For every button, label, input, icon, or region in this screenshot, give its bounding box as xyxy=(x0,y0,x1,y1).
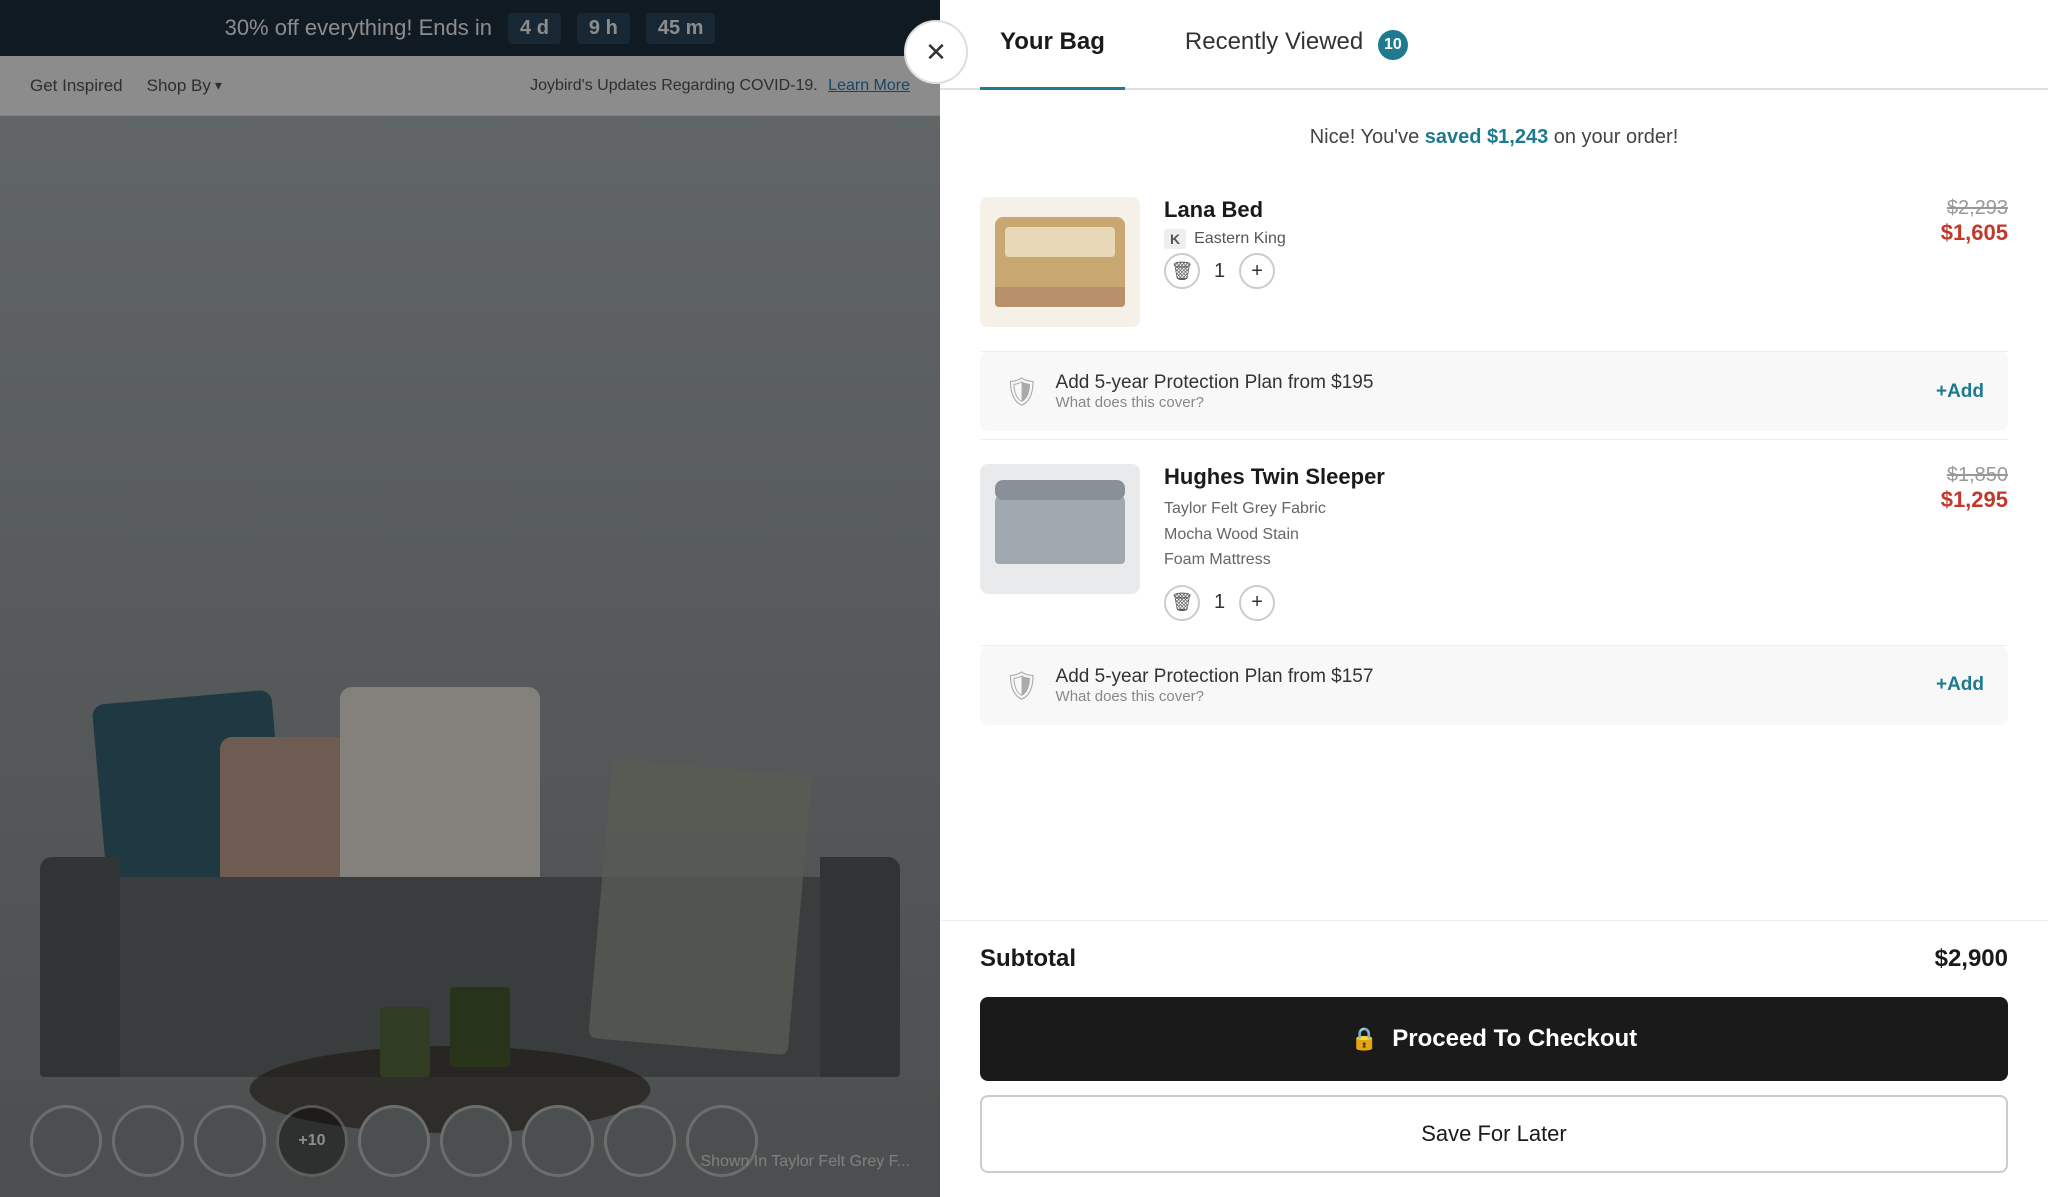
protection-2-title: Add 5-year Protection Plan from $157 xyxy=(1056,666,1920,688)
protection-1-add-button[interactable]: +Add xyxy=(1936,381,1984,403)
hughes-sleeper-name: Hughes Twin Sleeper xyxy=(1164,464,1917,490)
protection-1-title: Add 5-year Protection Plan from $195 xyxy=(1056,372,1920,394)
cart-tabs: Your Bag Recently Viewed 10 xyxy=(940,0,2048,90)
lana-bed-sale-price: $1,605 xyxy=(1941,220,2008,246)
lana-bed-name: Lana Bed xyxy=(1164,197,1917,223)
cart-body[interactable]: Nice! You've saved $1,243 on your order!… xyxy=(940,90,2048,920)
hughes-sleeper-sale-price: $1,295 xyxy=(1941,487,2008,513)
hughes-sleeper-delete-button[interactable]: 🗑 xyxy=(1164,585,1200,621)
protection-plan-2: 🛡 Add 5-year Protection Plan from $157 W… xyxy=(980,646,2008,725)
recently-viewed-badge: 10 xyxy=(1378,30,1408,60)
savings-banner: Nice! You've saved $1,243 on your order! xyxy=(980,110,2008,165)
subtotal-row: Subtotal $2,900 xyxy=(940,920,2048,997)
lana-bed-original-price: $2,293 xyxy=(1941,197,2008,220)
protection-plan-1: 🛡 Add 5-year Protection Plan from $195 W… xyxy=(980,352,2008,431)
sofa-illustration-small xyxy=(995,494,1125,564)
subtotal-label: Subtotal xyxy=(980,945,1076,973)
spacer xyxy=(980,733,2008,753)
lana-bed-qty-control: 🗑 1 + xyxy=(1164,253,1917,289)
page-overlay xyxy=(0,0,940,1197)
lana-bed-price: $2,293 $1,605 xyxy=(1941,197,2008,246)
hughes-sleeper-qty: 1 xyxy=(1214,591,1225,614)
hughes-sleeper-original-price: $1,850 xyxy=(1941,464,2008,487)
close-button[interactable]: ✕ xyxy=(904,20,968,84)
cart-panel: ✕ Your Bag Recently Viewed 10 Nice! You'… xyxy=(940,0,2048,1197)
size-badge: K xyxy=(1164,229,1186,249)
hughes-sleeper-price: $1,850 $1,295 xyxy=(1941,464,2008,513)
subtotal-amount: $2,900 xyxy=(1935,945,2008,973)
hughes-sleeper-attrs: Taylor Felt Grey Fabric Mocha Wood Stain… xyxy=(1164,496,1917,573)
protection-2-text: Add 5-year Protection Plan from $157 Wha… xyxy=(1056,666,1920,705)
lana-bed-qty-increase[interactable]: + xyxy=(1239,253,1275,289)
lana-bed-details: Lana Bed K Eastern King 🗑 1 + xyxy=(1164,197,1917,289)
bed-illustration xyxy=(995,217,1125,307)
lana-bed-qty: 1 xyxy=(1214,260,1225,283)
cart-item-hughes-sleeper: Hughes Twin Sleeper Taylor Felt Grey Fab… xyxy=(980,439,2008,646)
protection-1-subtitle: What does this cover? xyxy=(1056,394,1920,411)
lock-icon: 🔒 xyxy=(1351,1026,1378,1052)
checkout-area: 🔒 Proceed To Checkout Save For Later xyxy=(940,997,2048,1197)
proceed-to-checkout-button[interactable]: 🔒 Proceed To Checkout xyxy=(980,997,2008,1081)
hughes-sleeper-details: Hughes Twin Sleeper Taylor Felt Grey Fab… xyxy=(1164,464,1917,621)
hughes-sleeper-qty-increase[interactable]: + xyxy=(1239,585,1275,621)
savings-amount: saved $1,243 xyxy=(1425,126,1548,148)
tab-recently-viewed[interactable]: Recently Viewed 10 xyxy=(1165,0,1428,88)
protection-2-subtitle: What does this cover? xyxy=(1056,688,1920,705)
shield-icon-1: 🛡 xyxy=(1004,375,1040,408)
hughes-sleeper-qty-control: 🗑 1 + xyxy=(1164,585,1917,621)
save-for-later-button[interactable]: Save For Later xyxy=(980,1095,2008,1173)
lana-bed-delete-button[interactable]: 🗑 xyxy=(1164,253,1200,289)
protection-2-add-button[interactable]: +Add xyxy=(1936,674,1984,696)
lana-bed-image xyxy=(980,197,1140,327)
hughes-sleeper-image xyxy=(980,464,1140,594)
cart-item-lana-bed: Lana Bed K Eastern King 🗑 1 + $2,293 $1,… xyxy=(980,173,2008,352)
tab-your-bag[interactable]: Your Bag xyxy=(980,0,1125,88)
lana-bed-size: K Eastern King xyxy=(1164,229,1917,249)
protection-1-text: Add 5-year Protection Plan from $195 Wha… xyxy=(1056,372,1920,411)
shield-icon-2: 🛡 xyxy=(1004,669,1040,702)
